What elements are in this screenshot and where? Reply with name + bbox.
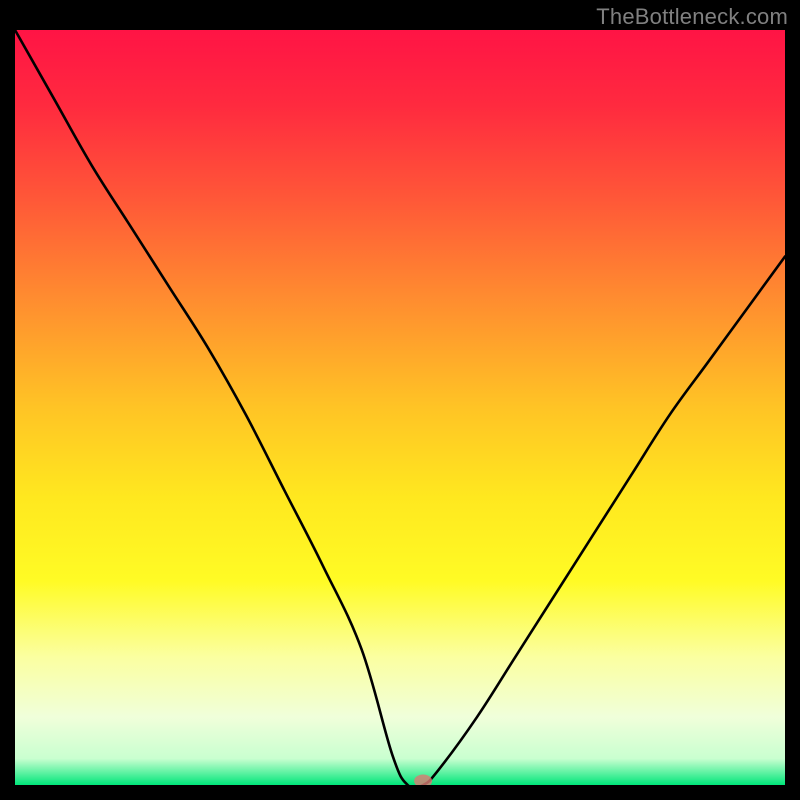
gradient-background <box>15 30 785 785</box>
bottleneck-chart <box>15 30 785 785</box>
plot-area <box>15 30 785 785</box>
chart-frame: TheBottleneck.com <box>0 0 800 800</box>
watermark-text: TheBottleneck.com <box>596 4 788 30</box>
